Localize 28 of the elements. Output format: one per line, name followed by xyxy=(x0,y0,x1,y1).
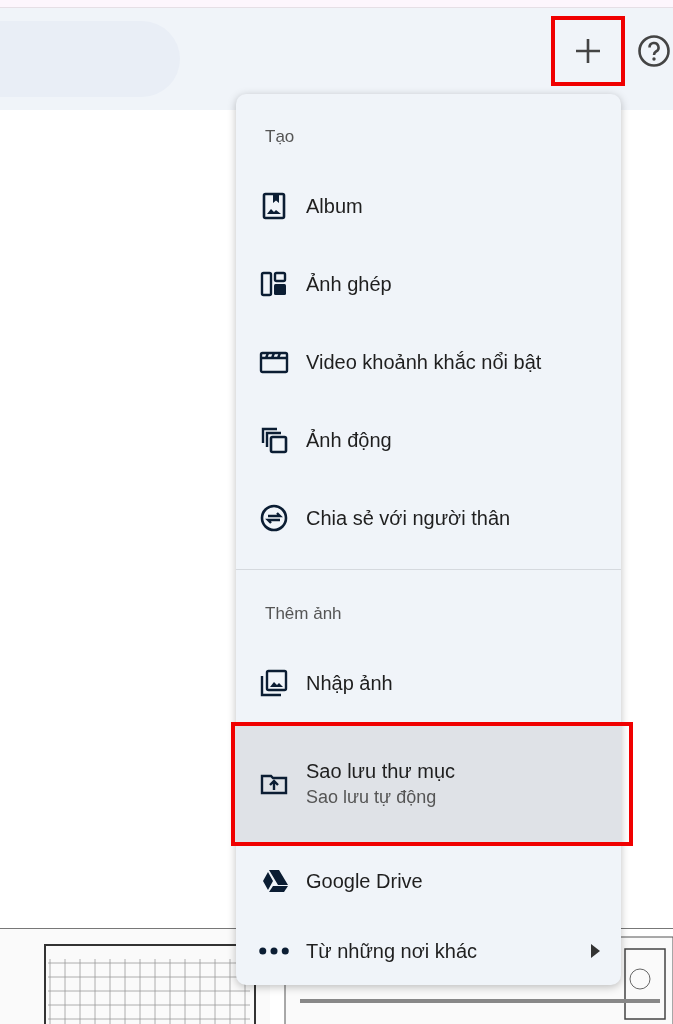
photo-library-icon xyxy=(259,668,289,698)
plus-icon xyxy=(573,36,603,66)
item-label: Video khoảnh khắc nổi bật xyxy=(306,350,542,375)
menu-item[interactable]: Album xyxy=(236,167,621,245)
help-icon[interactable] xyxy=(637,34,671,68)
menu-item[interactable]: Từ những nơi khác xyxy=(236,916,621,986)
exchange-arrows-icon xyxy=(259,503,289,533)
menu-item[interactable]: Chia sẻ với người thân xyxy=(236,479,621,557)
item-label: Chia sẻ với người thân xyxy=(306,506,511,531)
item-label: Ảnh ghép xyxy=(306,272,392,297)
menu-item[interactable]: Video khoảnh khắc nổi bật xyxy=(236,323,621,401)
section-heading: Thêm ảnh xyxy=(264,604,343,624)
item-label: Sao lưu thư mục xyxy=(306,759,456,784)
section-heading: Tạo xyxy=(264,127,296,147)
item-label: Google Drive xyxy=(306,869,423,894)
stacked-frames-icon xyxy=(259,425,289,455)
more-dots-icon xyxy=(259,947,289,955)
add-button[interactable] xyxy=(551,16,625,86)
item-label: Ảnh động xyxy=(306,428,392,453)
item-label: Nhập ảnh xyxy=(306,671,393,696)
item-label: Album xyxy=(306,194,363,219)
item-description: Sao lưu tự động xyxy=(306,786,438,809)
menu-item[interactable]: Ảnh động xyxy=(236,401,621,479)
menu-item[interactable]: Google Drive xyxy=(236,846,621,916)
menu-item[interactable]: Ảnh ghép xyxy=(236,245,621,323)
item-label: Từ những nơi khác xyxy=(306,939,478,964)
menu-item[interactable]: Nhập ảnh xyxy=(236,644,621,722)
collage-icon xyxy=(259,269,289,299)
